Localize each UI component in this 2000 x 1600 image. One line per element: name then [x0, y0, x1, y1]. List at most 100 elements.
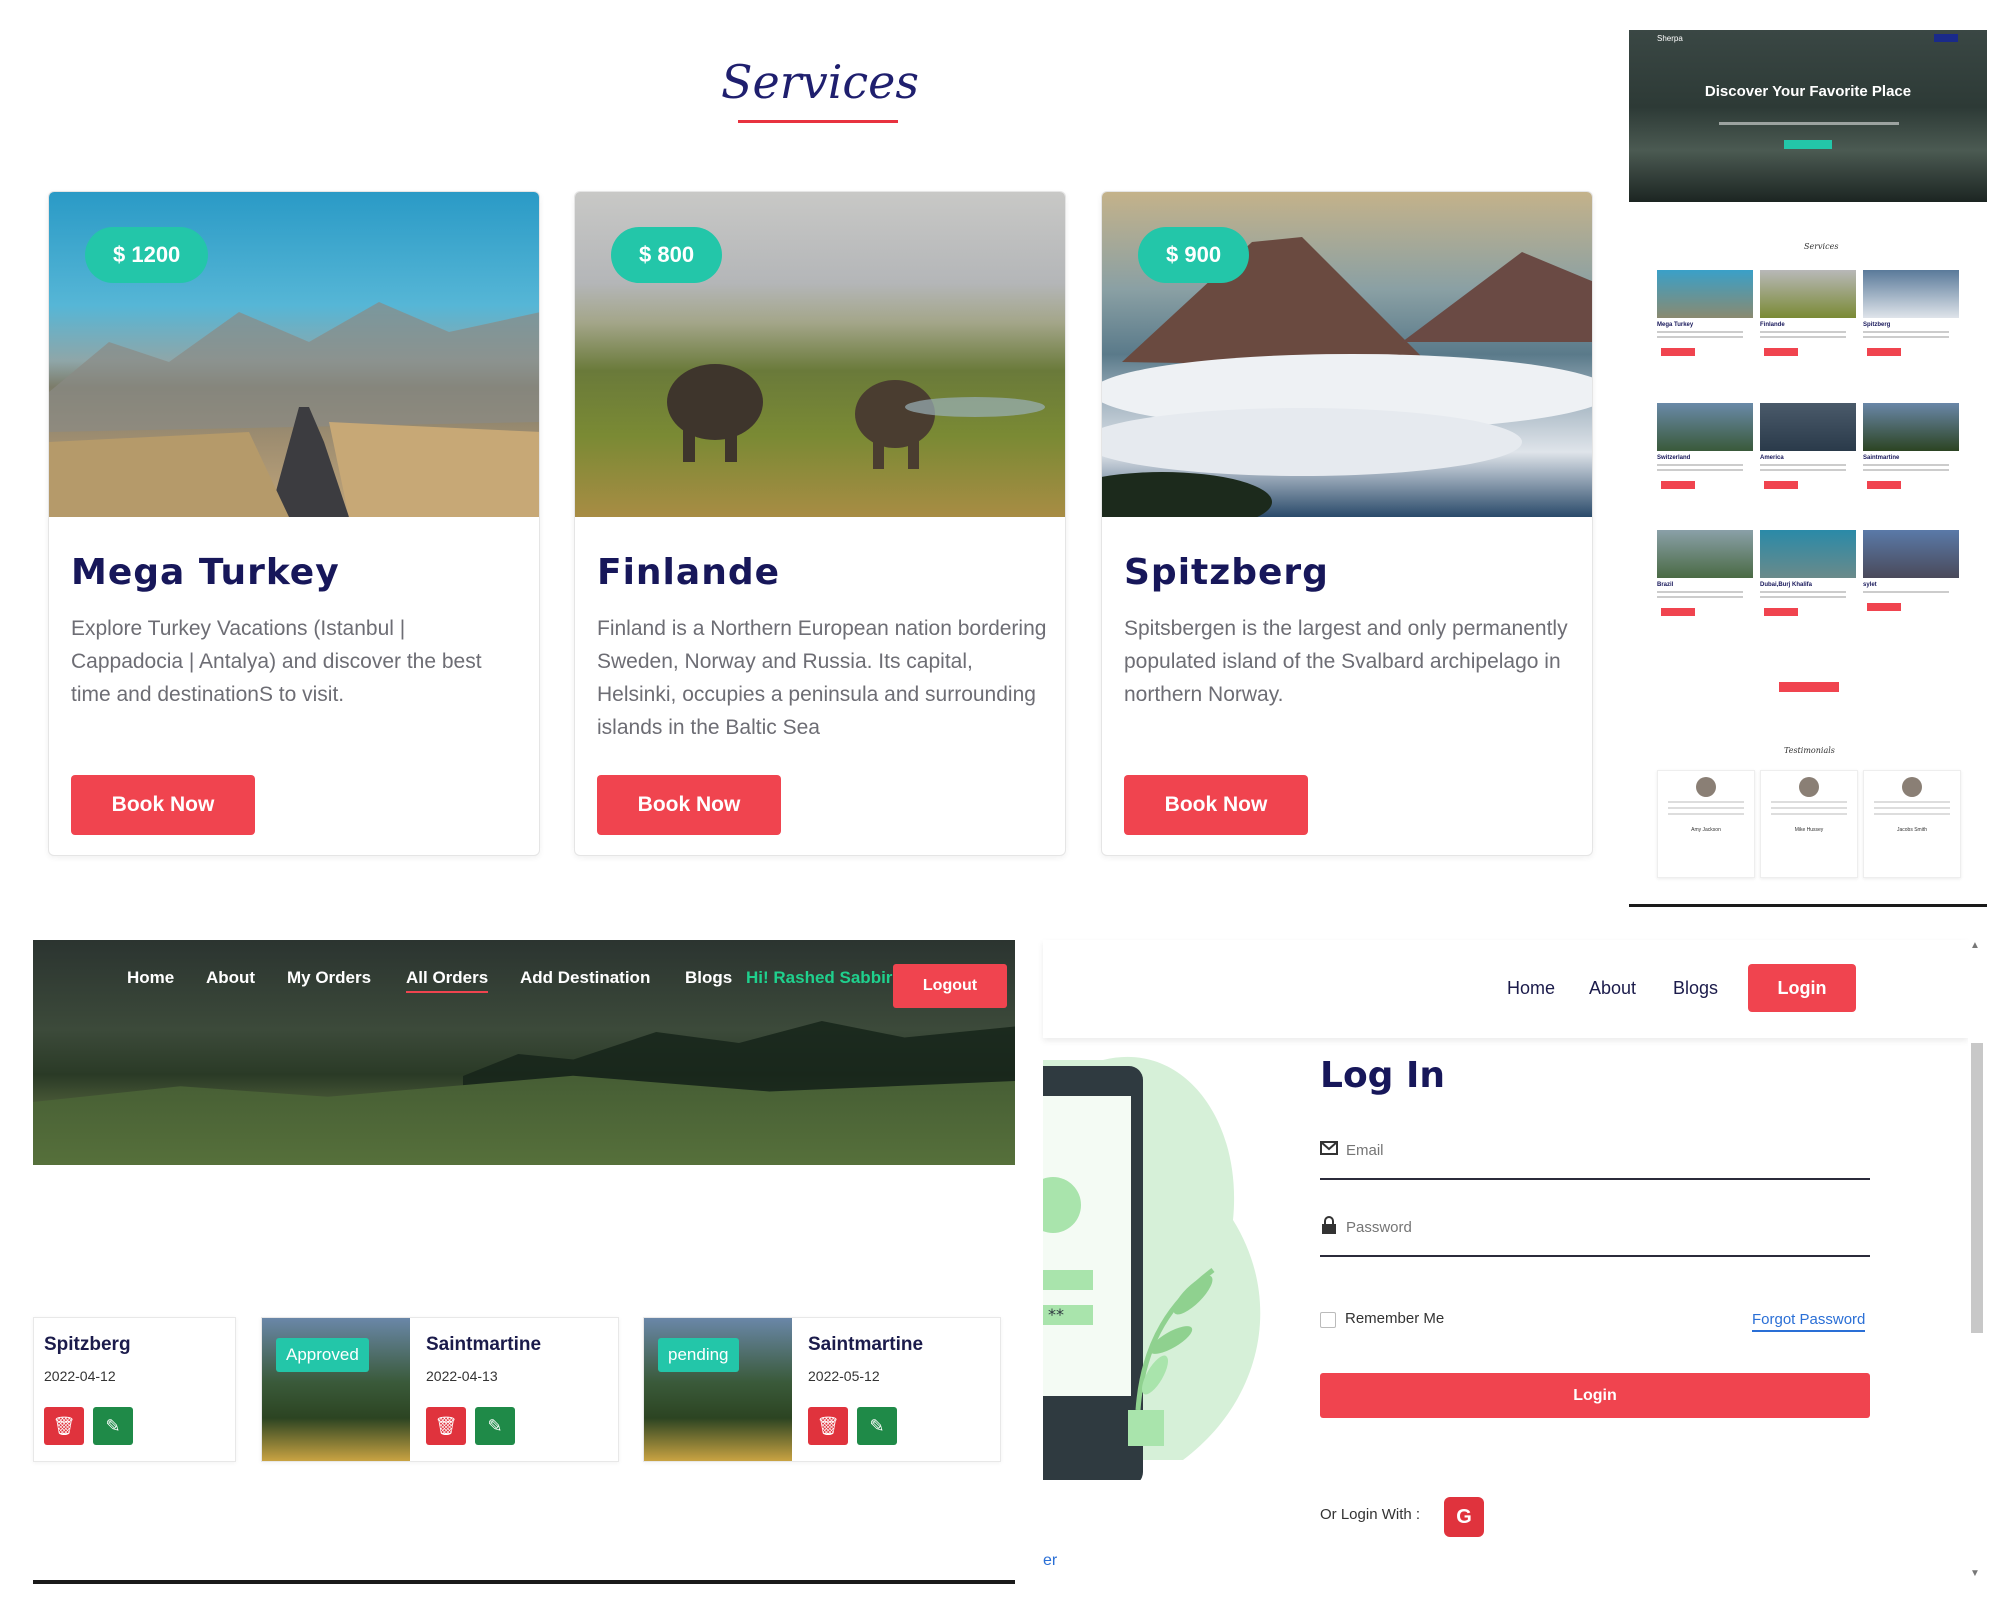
remember-me-label: Remember Me	[1345, 1310, 1445, 1327]
delete-order-button[interactable]: 🗑	[426, 1407, 466, 1445]
testimonial-name: Mike Hussey	[1794, 827, 1824, 833]
edit-order-button[interactable]: ✎	[857, 1407, 897, 1445]
preview-services-title: Services	[1804, 242, 1839, 251]
preview-testimonial: Mike Hussey	[1760, 770, 1858, 878]
forgot-password-link[interactable]: Forgot Password	[1752, 1311, 1866, 1332]
nav-blogs[interactable]: Blogs	[1673, 978, 1718, 999]
avatar	[1696, 777, 1716, 797]
preview-card-title: Finlande	[1760, 322, 1785, 328]
preview-card-image	[1760, 270, 1856, 318]
status-badge: pending	[658, 1338, 739, 1372]
preview-book-button	[1764, 348, 1798, 356]
nav-add-destination[interactable]: Add Destination	[520, 968, 650, 988]
delete-order-button[interactable]: 🗑	[44, 1407, 84, 1445]
illustration-password-text: **	[1048, 1305, 1064, 1324]
preview-testimonials-title: Testimonials	[1784, 746, 1835, 755]
service-card-finlande: $ 800 Finlande Finland is a Northern Eur…	[574, 191, 1066, 856]
nav-home[interactable]: Home	[1507, 978, 1555, 999]
preview-card: Spitzberg	[1863, 270, 1959, 388]
preview-card-image	[1657, 403, 1753, 451]
preview-hero-subtitle	[1719, 122, 1899, 125]
trash-icon: 🗑	[52, 1415, 76, 1437]
orders-divider	[33, 1580, 1015, 1584]
preview-card-title: sylet	[1863, 582, 1877, 588]
preview-card-image	[1760, 530, 1856, 578]
preview-book-button	[1867, 348, 1901, 356]
partial-footer-text: er	[1043, 1552, 1058, 1569]
book-now-button[interactable]: Book Now	[71, 775, 255, 835]
preview-book-button	[1764, 481, 1798, 489]
preview-card-image	[1863, 270, 1959, 318]
preview-book-button	[1661, 348, 1695, 356]
service-title: Finlande	[597, 552, 781, 593]
price-badge: $ 800	[611, 227, 723, 283]
preview-hero-button	[1784, 140, 1832, 149]
remember-me-checkbox[interactable]	[1320, 1312, 1336, 1328]
preview-logo: Sherpa	[1657, 34, 1683, 43]
scrollbar-thumb[interactable]	[1971, 1043, 1983, 1333]
service-description: Spitsbergen is the largest and only perm…	[1124, 617, 1568, 706]
preview-card-title: Dubai,Burj Khalifa	[1760, 582, 1813, 588]
nav-blogs[interactable]: Blogs	[685, 968, 732, 988]
scroll-up-icon[interactable]: ▲	[1970, 940, 1980, 951]
nav-all-orders[interactable]: All Orders	[406, 968, 489, 993]
google-login-button[interactable]: G	[1444, 1497, 1484, 1537]
preview-card-title: Spitzberg	[1863, 322, 1891, 328]
password-field-wrapper	[1320, 1203, 1870, 1257]
preview-card-title: America	[1760, 455, 1784, 461]
nav-my-orders[interactable]: My Orders	[287, 968, 371, 988]
trash-icon: 🗑	[816, 1415, 840, 1437]
orders-header-banner: Home About My Orders All Orders Add Dest…	[33, 940, 1015, 1165]
password-input[interactable]	[1346, 1211, 1846, 1243]
order-date: 2022-05-12	[808, 1368, 880, 1384]
preview-card-title: Brazil	[1657, 582, 1674, 588]
preview-testimonial: Jacobs Smith	[1863, 770, 1961, 878]
preview-card-image	[1657, 270, 1753, 318]
service-title: Mega Turkey	[71, 552, 340, 593]
service-card-turkey: $ 1200 Mega Turkey Explore Turkey Vacati…	[48, 191, 540, 856]
or-login-with-label: Or Login With :	[1320, 1506, 1421, 1523]
logout-button[interactable]: Logout	[893, 964, 1007, 1008]
service-title: Spitzberg	[1124, 552, 1329, 593]
preview-all-services-button	[1779, 682, 1839, 692]
service-card-spitzberg: $ 900 Spitzberg Spitsbergen is the large…	[1101, 191, 1593, 856]
delete-order-button[interactable]: 🗑	[808, 1407, 848, 1445]
order-title: Saintmartine	[808, 1334, 924, 1355]
service-description: Finland is a Northern European nation bo…	[597, 617, 1047, 739]
edit-order-button[interactable]: ✎	[93, 1407, 133, 1445]
remember-me: Remember Me	[1320, 1308, 1580, 1332]
preview-card-image	[1863, 403, 1959, 451]
avatar	[1799, 777, 1819, 797]
avatar	[1902, 777, 1922, 797]
preview-card: Switzerland	[1657, 403, 1753, 521]
edit-order-button[interactable]: ✎	[475, 1407, 515, 1445]
services-title: Services	[720, 55, 919, 109]
email-field-wrapper	[1320, 1126, 1870, 1180]
preview-card: Saintmartine	[1863, 403, 1959, 521]
testimonial-name: Jacobs Smith	[1896, 827, 1927, 833]
preview-card: Finlande	[1760, 270, 1856, 388]
preview-card-title: Mega Turkey	[1657, 322, 1694, 328]
login-title: Log In	[1320, 1055, 1445, 1096]
preview-card: Brazil	[1657, 530, 1753, 648]
preview-hero-title: Discover Your Favorite Place	[1704, 83, 1912, 100]
envelope-icon	[1320, 1141, 1338, 1155]
preview-card: America	[1760, 403, 1856, 521]
preview-book-button	[1661, 481, 1695, 489]
preview-book-button	[1867, 481, 1901, 489]
preview-divider	[1629, 904, 1987, 907]
book-now-button[interactable]: Book Now	[597, 775, 781, 835]
preview-logout-button	[1934, 34, 1958, 42]
nav-about[interactable]: About	[206, 968, 255, 988]
nav-about[interactable]: About	[1589, 978, 1636, 999]
scroll-down-icon[interactable]: ▼	[1970, 1568, 1980, 1579]
nav-home[interactable]: Home	[127, 968, 174, 988]
book-now-button[interactable]: Book Now	[1124, 775, 1308, 835]
preview-card-image	[1657, 530, 1753, 578]
price-badge: $ 900	[1138, 227, 1250, 283]
nav-login-button[interactable]: Login	[1748, 964, 1856, 1012]
login-button[interactable]: Login	[1320, 1373, 1870, 1418]
email-input[interactable]	[1346, 1134, 1846, 1166]
testimonial-name: Amy Jackson	[1691, 827, 1721, 833]
preview-hero: Sherpa Discover Your Favorite Place	[1629, 30, 1987, 202]
